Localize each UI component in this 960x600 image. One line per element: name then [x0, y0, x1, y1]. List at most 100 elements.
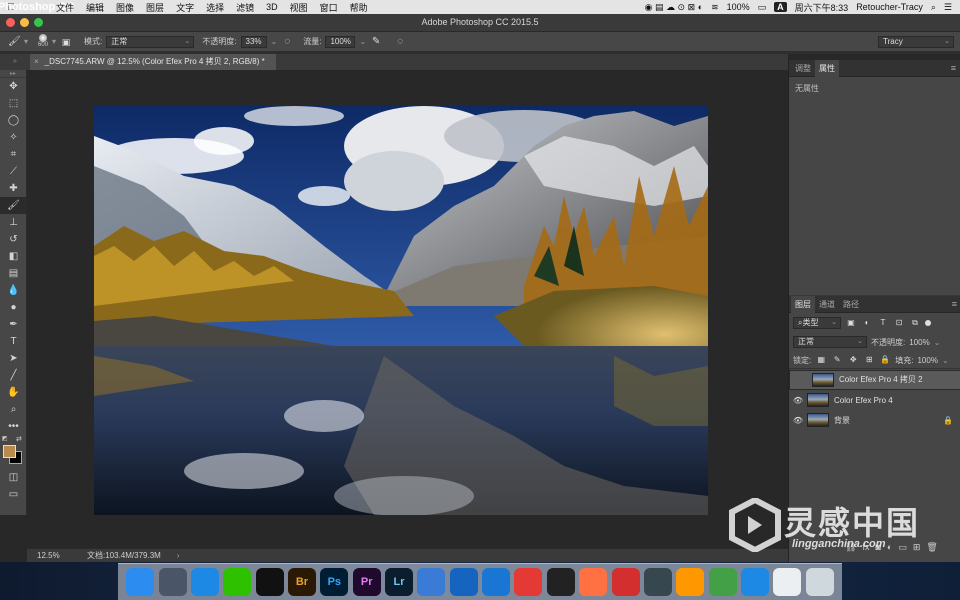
dock-trash-icon[interactable] — [805, 568, 834, 596]
menu-image[interactable]: 图像 — [110, 1, 140, 14]
zoom-level[interactable]: 12.5% — [37, 551, 77, 560]
dock-baidu-netdisk-icon[interactable] — [417, 568, 446, 596]
lock-transparent-icon[interactable]: ▦ — [815, 354, 827, 366]
dock-keynote-icon[interactable] — [741, 568, 769, 596]
line-tool-icon[interactable]: ╱ — [0, 367, 27, 384]
tools-panel-grip[interactable]: ▸▸ — [0, 70, 26, 78]
close-tab-icon[interactable]: × — [34, 57, 39, 66]
airbrush-icon[interactable]: ✎ — [370, 36, 382, 48]
blur-tool-icon[interactable]: 💧 — [0, 282, 27, 299]
filter-pixel-icon[interactable]: ▣ — [845, 317, 857, 329]
tab-channels[interactable]: 通道 — [815, 296, 839, 313]
spotlight-icon[interactable]: ⌕ — [931, 2, 936, 13]
blend-mode-select[interactable]: 正常 ⌄ — [793, 336, 867, 348]
dock-wechat-icon[interactable] — [223, 568, 252, 596]
dock-video-player-icon[interactable] — [514, 568, 543, 596]
dock-quicktime-icon[interactable] — [643, 568, 672, 596]
dock-pages-icon[interactable] — [676, 568, 705, 596]
default-colors-icon[interactable]: ◩ — [2, 435, 8, 442]
flow-slider-chevron-icon[interactable]: ⌄ — [359, 37, 366, 46]
layer-row[interactable]: 👁 背景 🔒 — [789, 410, 960, 430]
dock-obs-icon[interactable] — [546, 568, 575, 596]
lock-artboard-icon[interactable]: ⊞ — [863, 354, 875, 366]
tab-layers[interactable]: 图层 — [791, 295, 815, 313]
dock-video-app-icon[interactable] — [449, 568, 478, 596]
filter-adjustment-icon[interactable]: ◐ — [861, 317, 873, 329]
eye-icon[interactable]: 👁 — [789, 416, 807, 425]
tab-properties[interactable]: 属性 — [815, 59, 839, 77]
type-tool-icon[interactable]: T — [0, 333, 27, 350]
document-canvas-photo[interactable] — [94, 106, 708, 515]
tab-adjustments[interactable]: 调整 — [791, 60, 815, 77]
dock-qq-icon[interactable] — [255, 568, 284, 596]
zoom-tool-icon[interactable]: ⌕ — [0, 401, 27, 418]
foreground-color-swatch[interactable] — [3, 445, 16, 458]
user-name[interactable]: Retoucher-Tracy — [856, 2, 923, 12]
layer-visibility-toggle[interactable] — [794, 375, 812, 385]
notification-center-icon[interactable]: ☰ — [944, 2, 952, 13]
tab-paths[interactable]: 路径 — [839, 296, 863, 313]
dock-screenshot-icon[interactable] — [773, 568, 802, 596]
filter-shape-icon[interactable]: ⊡ — [893, 317, 905, 329]
menu-type[interactable]: 文字 — [170, 1, 200, 14]
lock-position-icon[interactable]: ✥ — [847, 354, 859, 366]
status-icons[interactable]: ◉ ▤ ☁ ⊙ ⊠ ◐ — [645, 2, 703, 13]
filter-type-icon[interactable]: T — [877, 317, 889, 329]
chevron-down-icon[interactable]: ⌄ — [942, 356, 949, 365]
panel-menu-icon[interactable]: ≡ — [951, 60, 956, 77]
pressure-size-icon[interactable]: ◌ — [394, 36, 406, 48]
screen-mode-icon[interactable]: ▭ — [0, 486, 27, 503]
dodge-tool-icon[interactable]: ● — [0, 299, 27, 316]
menu-3d[interactable]: 3D — [260, 2, 284, 12]
dock-xunlei-icon[interactable] — [579, 568, 608, 596]
workspace-select[interactable]: Tracy ⌄ — [878, 36, 954, 48]
menu-filter[interactable]: 滤镜 — [230, 1, 260, 14]
document-tab[interactable]: × _DSC7745.ARW @ 12.5% (Color Efex Pro 4 … — [30, 54, 276, 70]
eraser-tool-icon[interactable]: ◧ — [0, 248, 27, 265]
dock-finder-icon[interactable] — [126, 568, 155, 596]
panel-collapse-icon[interactable]: » — [0, 54, 30, 70]
status-menu-chevron-icon[interactable]: › — [177, 551, 180, 560]
chevron-down-icon[interactable]: ⌄ — [934, 338, 941, 347]
menu-view[interactable]: 视图 — [284, 1, 314, 14]
eye-icon[interactable]: 👁 — [789, 396, 807, 405]
clone-stamp-tool-icon[interactable]: ⊥ — [0, 214, 27, 231]
lock-all-icon[interactable]: 🔒 — [879, 354, 891, 366]
healing-brush-tool-icon[interactable]: ✚ — [0, 180, 27, 197]
filter-toggle-icon[interactable] — [925, 320, 931, 326]
pen-tool-icon[interactable]: ✒ — [0, 316, 27, 333]
move-tool-icon[interactable]: ✥ — [0, 78, 27, 95]
dock-premiere-icon[interactable]: Pr — [352, 568, 381, 596]
menu-edit[interactable]: 编辑 — [80, 1, 110, 14]
menu-file[interactable]: 文件 — [50, 1, 80, 14]
lasso-tool-icon[interactable]: ◯ — [0, 112, 27, 129]
quick-mask-icon[interactable]: ◫ — [0, 469, 27, 486]
swap-colors-icon[interactable]: ⇄ — [16, 435, 22, 443]
dock-lightroom-icon[interactable]: Lr — [385, 568, 414, 596]
opacity-slider-chevron-icon[interactable]: ⌄ — [271, 37, 278, 46]
tool-preset-chevron-icon[interactable]: ▾ — [24, 37, 28, 46]
dock-onepassword-icon[interactable] — [482, 568, 511, 596]
lock-icon[interactable]: 🔒 — [943, 416, 953, 425]
layer-row[interactable]: Color Efex Pro 4 拷贝 2 — [789, 370, 960, 390]
filter-smart-object-icon[interactable]: ⧉ — [909, 317, 921, 329]
lock-image-icon[interactable]: ✎ — [831, 354, 843, 366]
input-method-badge[interactable]: A — [774, 2, 787, 12]
battery-icon[interactable]: ▭ — [758, 2, 767, 13]
dock-safari-icon[interactable] — [190, 568, 219, 596]
eyedropper-tool-icon[interactable]: ⟋ — [0, 163, 27, 180]
hand-tool-icon[interactable]: ✋ — [0, 384, 27, 401]
brush-picker-chevron-icon[interactable]: ▾ — [52, 37, 56, 46]
brush-tool-icon[interactable]: 🖌 — [0, 197, 27, 214]
path-select-tool-icon[interactable]: ➤ — [0, 350, 27, 367]
dock-netease-music-icon[interactable] — [611, 568, 640, 596]
brush-panel-toggle-icon[interactable]: ▣ — [60, 36, 72, 48]
more-tools-icon[interactable]: ••• — [0, 418, 27, 435]
opacity-field[interactable]: 33% — [240, 35, 267, 48]
dock-launchpad-icon[interactable] — [158, 568, 187, 596]
mode-select[interactable]: 正常 ⌄ — [106, 35, 195, 48]
quick-select-tool-icon[interactable]: ✧ — [0, 129, 27, 146]
brush-tool-icon[interactable]: 🖌 — [8, 36, 21, 48]
layer-row[interactable]: 👁 Color Efex Pro 4 — [789, 390, 960, 410]
wifi-icon[interactable]: ≋ — [711, 2, 719, 13]
